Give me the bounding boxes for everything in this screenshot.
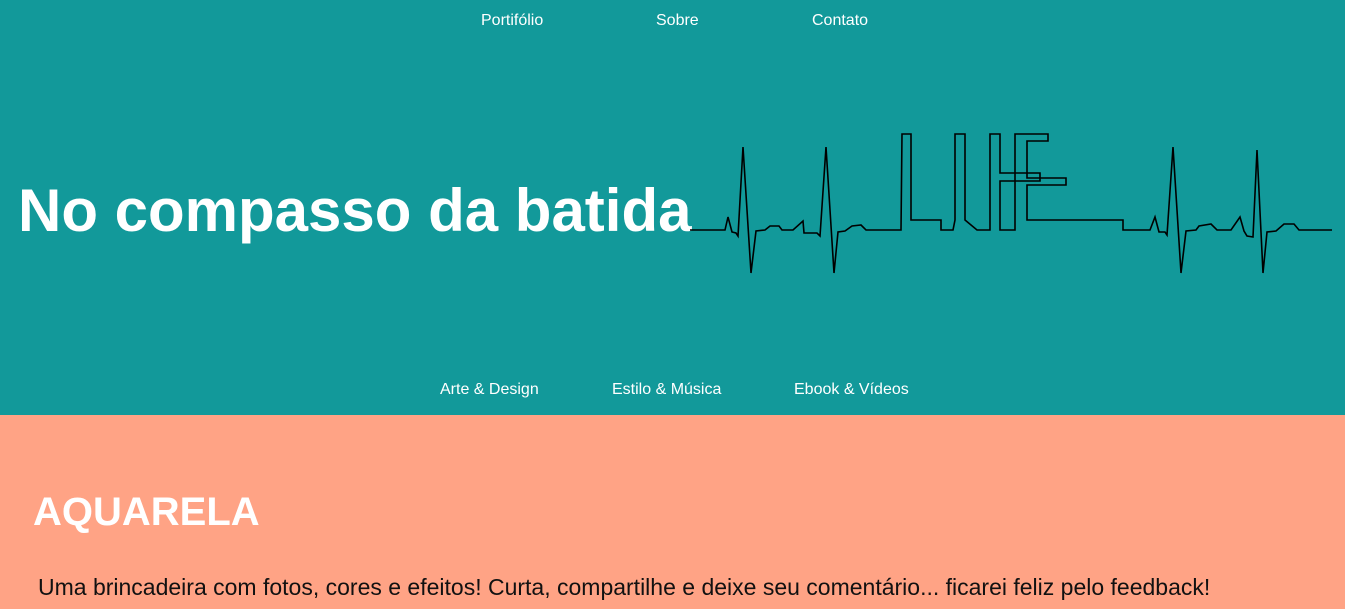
category-link-arte-design[interactable]: Arte & Design (440, 380, 539, 400)
section-description: Uma brincadeira com fotos, cores e efeit… (38, 574, 1211, 600)
top-nav: Portifólio Sobre Contato (0, 11, 1345, 31)
nav-link-portfolio[interactable]: Portifólio (481, 11, 543, 31)
category-link-estilo-musica[interactable]: Estilo & Música (612, 380, 721, 400)
section-title: AQUARELA (33, 490, 260, 534)
aquarela-section: AQUARELA Uma brincadeira com fotos, core… (0, 415, 1345, 609)
category-nav: Arte & Design Estilo & Música Ebook & Ví… (0, 380, 1345, 400)
hero-title: No compasso da batida (18, 177, 692, 244)
category-link-ebook-videos[interactable]: Ebook & Vídeos (794, 380, 909, 400)
nav-link-contato[interactable]: Contato (812, 11, 868, 31)
nav-link-sobre[interactable]: Sobre (656, 11, 699, 31)
site-header: Portifólio Sobre Contato No compasso da … (0, 0, 1345, 415)
life-heartbeat-logo-icon (690, 133, 1332, 274)
